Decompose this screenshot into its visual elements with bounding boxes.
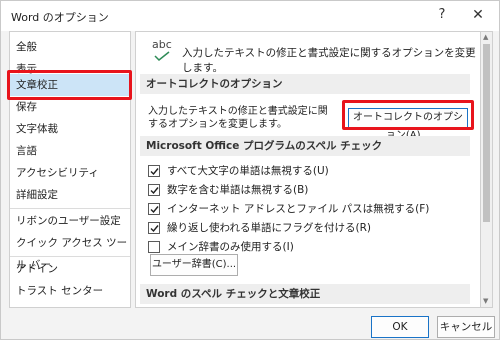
option-label: すべて大文字の単語は無視する(U)	[167, 165, 329, 177]
title-bar: Word のオプション ? ✕	[1, 1, 499, 31]
sidebar-item-advanced[interactable]: 詳細設定	[10, 184, 130, 206]
check-icon	[150, 168, 159, 176]
sidebar-item-save[interactable]: 保存	[10, 96, 130, 118]
check-icon	[150, 187, 159, 195]
sidebar-item-language[interactable]: 言語	[10, 140, 130, 162]
option-label: 繰り返し使われる単語にフラグを付ける(R)	[167, 222, 371, 234]
spelling-section-header: Microsoft Office プログラムのスペル チェック	[140, 136, 470, 156]
check-icon	[150, 206, 159, 214]
vertical-scrollbar[interactable]: ▲ ▼	[481, 31, 493, 308]
sidebar-item-quick-access[interactable]: クイック アクセス ツール バー	[10, 232, 130, 271]
sidebar-item-addins[interactable]: アドイン	[10, 258, 130, 280]
checkbox[interactable]	[148, 241, 160, 253]
sidebar-item-typography[interactable]: 文字体裁	[10, 118, 130, 140]
word-spelling-section-header: Word のスペル チェックと文章校正	[140, 284, 470, 304]
checkbox[interactable]	[148, 222, 160, 234]
sidebar-divider	[10, 256, 130, 257]
help-icon[interactable]: ?	[429, 4, 455, 26]
checkbox[interactable]	[148, 165, 160, 177]
scroll-down-icon[interactable]: ▼	[483, 297, 488, 305]
sidebar-item-proofing[interactable]: 文章校正	[10, 74, 130, 96]
sidebar-item-accessibility[interactable]: アクセシビリティ	[10, 162, 130, 184]
option-label: インターネット アドレスとファイル パスは無視する(F)	[167, 203, 430, 215]
close-icon[interactable]: ✕	[465, 4, 491, 26]
custom-dictionaries-button[interactable]: ユーザー辞書(C)...	[150, 254, 238, 276]
options-dialog: Word のオプション ? ✕ 全般 表示 文章校正 保存 文字体裁 言語 アク…	[0, 0, 500, 340]
main-panel: abc 入力したテキストの修正と書式設定に関するオプションを変更します。 オート…	[135, 31, 481, 308]
intro-text: 入力したテキストの修正と書式設定に関するオプションを変更します。	[182, 47, 476, 74]
check-mark-icon	[154, 51, 170, 61]
scroll-up-icon[interactable]: ▲	[483, 33, 488, 41]
sidebar-item-ribbon[interactable]: リボンのユーザー設定	[10, 210, 130, 232]
sidebar-divider	[10, 208, 130, 209]
autocorrect-description: 入力したテキストの修正と書式設定に関するオプションを変更します。	[148, 106, 328, 130]
sidebar-item-trust-center[interactable]: トラスト センター	[10, 280, 130, 302]
scroll-thumb[interactable]	[483, 44, 490, 222]
check-icon	[150, 225, 159, 233]
sidebar: 全般 表示 文章校正 保存 文字体裁 言語 アクセシビリティ 詳細設定 リボンの…	[7, 31, 132, 308]
abc-icon-text: abc	[152, 38, 172, 51]
ok-button[interactable]: OK	[371, 316, 429, 338]
checkbox[interactable]	[148, 184, 160, 196]
window-title: Word のオプション	[11, 11, 109, 24]
autocorrect-section-header: オートコレクトのオプション	[140, 74, 470, 94]
cancel-button[interactable]: キャンセル	[437, 316, 495, 338]
autocorrect-options-button[interactable]: オートコレクトのオプション(A)...	[348, 108, 468, 141]
abc-check-icon: abc	[150, 38, 176, 64]
sidebar-item-general[interactable]: 全般	[10, 36, 130, 58]
option-label: 数字を含む単語は無視する(B)	[167, 184, 309, 196]
checkbox[interactable]	[148, 203, 160, 215]
